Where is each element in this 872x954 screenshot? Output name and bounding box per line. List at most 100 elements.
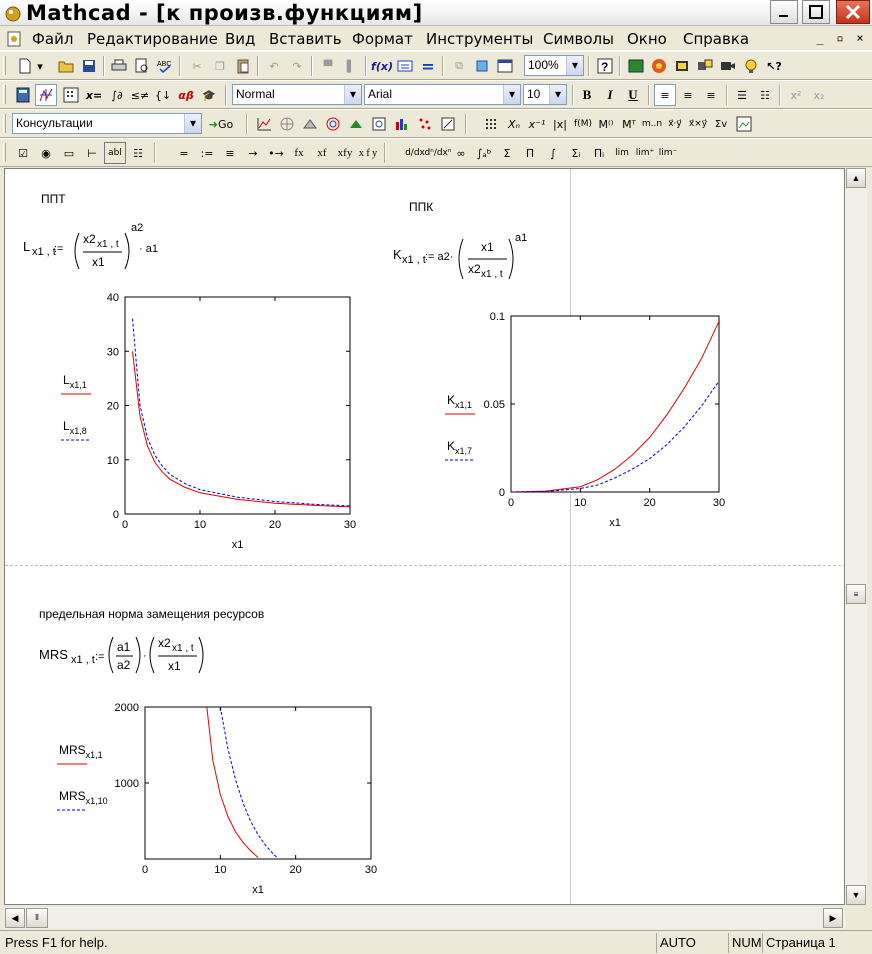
limit-icon[interactable]: lim <box>611 142 633 164</box>
checkbox-control-icon[interactable]: ☑ <box>12 142 34 164</box>
right-limit-icon[interactable]: lim⁺ <box>634 142 656 164</box>
new-dropdown-icon[interactable]: ▾ <box>34 55 46 77</box>
matrix-insert-icon[interactable] <box>480 113 502 135</box>
menu-tools[interactable]: Инструменты <box>426 30 533 48</box>
symbolic-toolbar-icon[interactable]: 🎓 <box>198 84 220 106</box>
context-help-icon[interactable]: ↖? <box>763 55 785 77</box>
menu-file[interactable]: Файл <box>32 30 73 48</box>
calculator-toolbar-icon[interactable] <box>12 84 34 106</box>
symbolic-eval-button[interactable]: → <box>242 142 264 164</box>
transpose-icon[interactable]: Mᵀ <box>618 113 640 135</box>
prefix-button[interactable]: fx <box>288 142 310 164</box>
run-script-icon[interactable] <box>494 55 516 77</box>
copy-icon[interactable]: ❐ <box>209 55 231 77</box>
cut-icon[interactable]: ✂ <box>186 55 208 77</box>
calculus-toolbar-icon[interactable]: ∫∂ <box>106 84 128 106</box>
scroll-thumb[interactable]: ≡ <box>846 584 866 604</box>
subscript-index-icon[interactable]: Xₙ <box>503 113 525 135</box>
menu-help[interactable]: Справка <box>683 30 749 48</box>
chevron-down-icon[interactable]: ▾ <box>503 85 520 104</box>
font-select[interactable]: Arial ▾ <box>364 84 521 105</box>
ppk-label[interactable]: ППК <box>409 200 433 214</box>
boolean-toolbar-icon[interactable]: ≤≠ <box>129 84 151 106</box>
print-icon[interactable] <box>108 55 130 77</box>
toolbar-grip[interactable] <box>3 143 6 162</box>
menu-symbolics[interactable]: Символы <box>543 30 614 48</box>
align-down-icon[interactable]: ▌ <box>340 55 362 77</box>
align-center-icon[interactable]: ≡ <box>677 84 699 106</box>
print-preview-icon[interactable] <box>131 55 153 77</box>
product-icon[interactable]: Π <box>519 142 541 164</box>
define-button[interactable]: := <box>196 142 218 164</box>
picture-icon[interactable] <box>733 113 755 135</box>
range-variable-icon[interactable]: m..n <box>641 113 663 135</box>
postfix-button[interactable]: xf <box>311 142 333 164</box>
vector-field-icon[interactable] <box>368 113 390 135</box>
web-icon[interactable] <box>648 55 670 77</box>
treefix-button[interactable]: x f y <box>357 142 379 164</box>
align-right-icon[interactable]: ≡ <box>700 84 722 106</box>
toolbar-grip[interactable] <box>3 114 6 133</box>
global-define-button[interactable]: ≡ <box>219 142 241 164</box>
toolbar-grip[interactable] <box>3 56 6 75</box>
scroll-left-button[interactable]: ◀ <box>5 908 25 928</box>
scroll-right-button[interactable]: ▶ <box>823 908 843 928</box>
open-folder-icon[interactable] <box>55 55 77 77</box>
bullets-icon[interactable]: ☰ <box>731 84 753 106</box>
plot-l[interactable]: 0 10 20 30 0 10 20 30 40 x1 Lx1,1 Lx1,8 <box>45 289 365 549</box>
spell-check-icon[interactable]: ABC <box>154 55 176 77</box>
programming-toolbar-icon[interactable]: {↓ <box>152 84 174 106</box>
indefinite-integral-icon[interactable]: ∫ <box>542 142 564 164</box>
tips-icon[interactable] <box>740 55 762 77</box>
menu-edit[interactable]: Редактирование <box>87 30 218 48</box>
numbering-icon[interactable]: ☷ <box>754 84 776 106</box>
collaboratory-icon[interactable] <box>671 55 693 77</box>
keyword-eval-button[interactable]: •→ <box>265 142 287 164</box>
menu-view[interactable]: Вид <box>225 30 255 48</box>
vector-sum-icon[interactable]: Σv <box>710 113 732 135</box>
equals-button[interactable]: = <box>173 142 195 164</box>
video-icon[interactable] <box>717 55 739 77</box>
range-product-icon[interactable]: Πᵢ <box>588 142 610 164</box>
formula-k[interactable]: K x1 , t := a2· x1 x2 x1 , t a1 <box>391 229 561 285</box>
close-button[interactable] <box>836 0 870 24</box>
resource-center-icon[interactable] <box>625 55 647 77</box>
mrs-caption[interactable]: предельная норма замещения ресурсов <box>39 607 264 621</box>
new-document-icon[interactable] <box>14 55 36 77</box>
plot-k[interactable]: 0 10 20 30 0 0.05 0.1 x1 Kx1,1 Kx1,7 <box>433 309 733 529</box>
chevron-down-icon[interactable]: ▾ <box>184 114 201 133</box>
textbox-control-icon[interactable]: abl <box>104 142 126 164</box>
plot-mrs[interactable]: 0 10 20 30 1000 2000 x1 MRSx1,1 MRSx1,10 <box>45 699 385 899</box>
hscroll-thumb[interactable]: ⦀ <box>26 908 48 928</box>
resource-select[interactable]: Консультации ▾ <box>12 113 202 134</box>
underline-button[interactable]: U <box>622 84 644 106</box>
contour-plot-icon[interactable] <box>322 113 344 135</box>
go-button[interactable]: ➜ Go <box>206 113 236 135</box>
mdi-minimize-button[interactable]: _ <box>812 31 828 47</box>
bar-plot-icon[interactable] <box>391 113 413 135</box>
vertical-scrollbar[interactable]: ▲ ≡ ▼ <box>845 168 867 905</box>
ppt-label[interactable]: ППТ <box>41 192 66 206</box>
xy-plot-icon[interactable] <box>253 113 275 135</box>
italic-button[interactable]: I <box>599 84 621 106</box>
align-left-icon[interactable]: ≡ <box>654 84 676 106</box>
menu-insert[interactable]: Вставить <box>269 30 342 48</box>
dot-product-icon[interactable]: x⃗·y⃗ <box>664 113 686 135</box>
formula-mrs[interactable]: MRS x1 , t := a1 a2 · x2 x1 , t x1 <box>37 631 217 677</box>
polar-plot-icon[interactable] <box>276 113 298 135</box>
chevron-down-icon[interactable]: ▾ <box>566 56 583 75</box>
formula-l[interactable]: L x1 , t := x2 x1 , t x1 a2 · a1 <box>19 219 169 275</box>
graph-toolbar-icon[interactable] <box>35 84 57 106</box>
network-icon[interactable] <box>694 55 716 77</box>
listbox-control-icon[interactable]: ☷ <box>127 142 149 164</box>
radio-control-icon[interactable]: ◉ <box>35 142 57 164</box>
paste-icon[interactable] <box>232 55 254 77</box>
evaluation-toolbar-icon[interactable]: x= <box>83 84 105 106</box>
matrix-toolbar-icon[interactable] <box>60 84 82 106</box>
cross-product-icon[interactable]: x⃗×y⃗ <box>687 113 709 135</box>
document-icon[interactable] <box>7 31 21 47</box>
chevron-down-icon[interactable]: ▾ <box>549 85 566 104</box>
scroll-down-button[interactable]: ▼ <box>846 885 866 905</box>
infinity-icon[interactable]: ∞ <box>450 142 472 164</box>
calculate-icon[interactable]: = <box>417 55 439 77</box>
